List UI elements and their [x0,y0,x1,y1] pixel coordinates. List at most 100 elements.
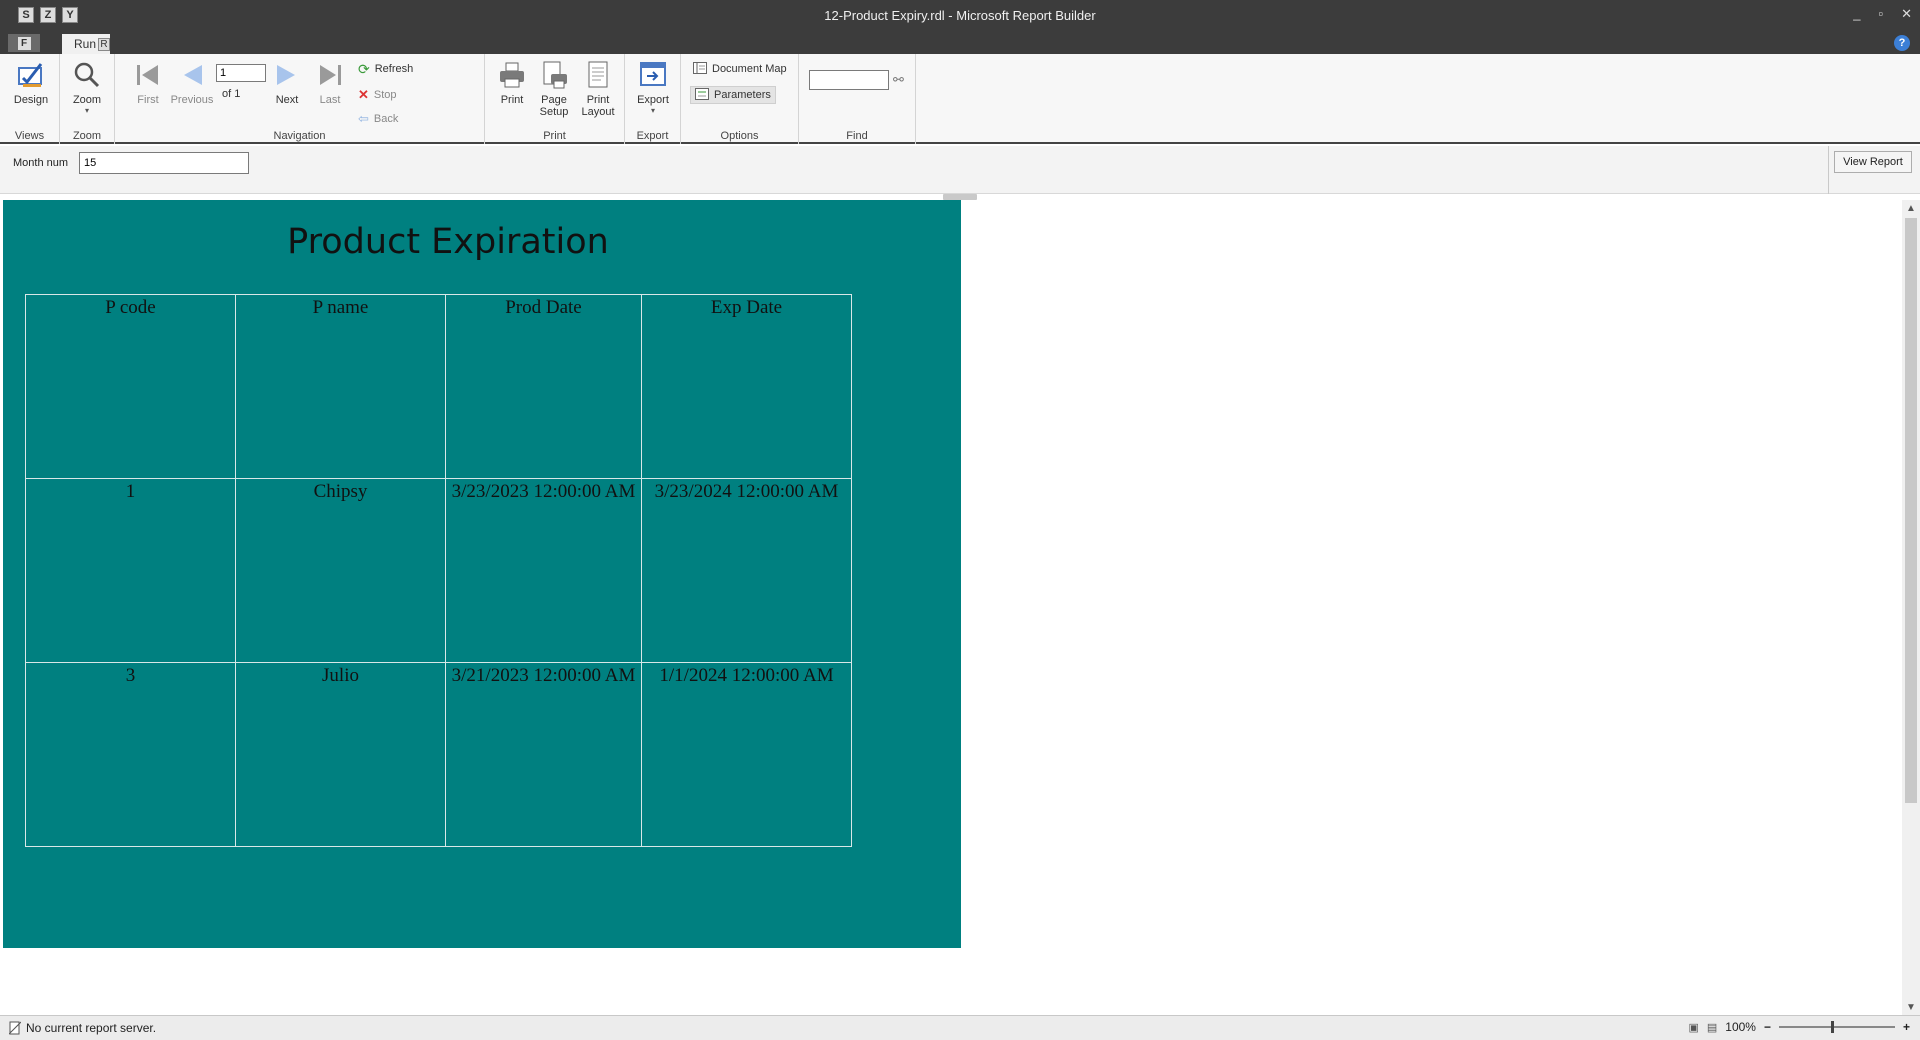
minimize-button[interactable]: _ [1853,6,1860,22]
export-button[interactable]: Export ▾ [630,60,676,115]
zoom-out-button[interactable]: − [1764,1020,1771,1034]
printer-icon [496,60,528,90]
refresh-icon: ⟳ [358,60,370,77]
print-button[interactable]: Print [489,60,535,106]
status-bar: No current report server. ▣ ▤ 100% − + [0,1015,1920,1040]
server-connection-icon [8,1021,22,1035]
previous-page-label: Previous [170,94,214,106]
month-num-input[interactable] [79,152,249,174]
ribbon: Design Views Zoom ▾ Zoom First Previous … [0,54,1920,144]
run-tab-label: Run [74,37,97,51]
file-tab[interactable]: F [8,34,40,52]
document-map-icon [693,61,707,77]
view-report-button[interactable]: View Report [1834,151,1912,173]
zoom-in-button[interactable]: + [1903,1020,1910,1034]
zoom-label: Zoom [72,94,102,106]
zoom-control: ▣ ▤ 100% − + [1688,1020,1910,1034]
scroll-up-icon[interactable]: ▲ [1902,200,1920,216]
design-label: Design [13,94,49,106]
help-icon[interactable]: ? [1894,35,1910,51]
cell-p-name: Julio [235,662,446,847]
parameters-icon [695,87,709,103]
page-setup-button[interactable]: Page Setup [531,60,577,118]
views-group: Design Views [0,54,60,144]
next-page-button[interactable]: Next [264,60,310,106]
header-p-code: P code [25,294,236,479]
back-label: Back [373,113,399,125]
export-dropdown-arrow-icon: ▾ [650,106,655,115]
ribbon-tab-row: F Run R ? [0,32,1920,54]
header-exp-date: Exp Date [641,294,852,479]
window-title: 12-Product Expiry.rdl - Microsoft Report… [824,8,1096,23]
print-layout-button[interactable]: Print Layout [575,60,621,118]
run-tab[interactable]: Run R [62,34,110,54]
print-label: Print [500,94,524,106]
scroll-down-icon[interactable]: ▼ [1902,999,1920,1015]
navigation-group-label: Navigation [273,130,326,142]
print-group: Print Page Setup Print Layout Print [485,54,625,144]
export-group: Export ▾ Export [625,54,681,144]
print-layout-icon [582,60,614,90]
report-table: P code P name Prod Date Exp Date 1 Chips… [25,294,852,847]
header-p-name: P name [235,294,446,479]
first-page-icon [132,60,164,90]
stop-button[interactable]: ✕ Stop [358,86,397,104]
page-number-input[interactable] [216,64,266,82]
document-map-label: Document Map [712,63,787,75]
refresh-button[interactable]: ⟳ Refresh [358,60,413,78]
design-button[interactable]: Design [8,60,54,106]
page-setup-icon [538,60,570,90]
document-map-button[interactable]: Document Map [693,60,787,78]
cell-exp-date: 3/23/2024 12:00:00 AM [641,478,852,663]
export-label: Export [637,94,669,106]
zoom-dropdown-arrow-icon: ▾ [84,106,89,115]
window-controls: _ ▫ ✕ [1853,6,1912,22]
cell-p-code: 1 [25,478,236,663]
binoculars-icon[interactable]: ⚯ [893,72,904,88]
next-page-icon [271,60,303,90]
export-group-label: Export [636,130,669,142]
table-row: 3 Julio 3/21/2023 12:00:00 AM 1/1/2024 1… [25,662,852,847]
navigation-group: First Previous of 1 Next Last ⟳ Refresh … [115,54,485,144]
print-group-label: Print [543,130,566,142]
export-icon [637,60,669,90]
restore-button[interactable]: ▫ [1878,6,1883,22]
file-tab-key: F [17,36,31,50]
last-page-button[interactable]: Last [307,60,353,106]
cell-p-name: Chipsy [235,478,446,663]
previous-page-button[interactable]: Previous [167,60,217,106]
zoom-button[interactable]: Zoom ▾ [64,60,110,115]
scrollbar-thumb[interactable] [1905,218,1917,803]
print-layout-label-line1: Print [586,94,610,106]
cell-p-code: 3 [25,662,236,847]
parameters-button[interactable]: Parameters [690,86,776,104]
cell-prod-date: 3/21/2023 12:00:00 AM [445,662,642,847]
vertical-scrollbar[interactable]: ▲ ▼ [1902,200,1920,1015]
parameters-label: Parameters [714,89,771,101]
cell-prod-date: 3/23/2023 12:00:00 AM [445,478,642,663]
magnifier-icon [71,60,103,90]
last-page-icon [314,60,346,90]
page-view-icon[interactable]: ▣ [1688,1021,1698,1034]
cell-exp-date: 1/1/2024 12:00:00 AM [641,662,852,847]
table-header-row: P code P name Prod Date Exp Date [25,294,852,479]
find-group-label: Find [846,130,868,142]
header-prod-date: Prod Date [445,294,642,479]
report-viewport: Product Expiration P code P name Prod Da… [3,200,1902,1015]
find-group: ⚯ Find [799,54,916,144]
month-num-label: Month num [13,157,69,169]
print-layout-label-line2: Layout [581,106,615,118]
zoom-slider-knob[interactable] [1830,1021,1834,1033]
zoom-group: Zoom ▾ Zoom [60,54,115,144]
parameter-pane: Month num View Report [0,146,1920,194]
back-button[interactable]: ⇦ Back [358,110,398,128]
layout-view-icon[interactable]: ▤ [1707,1021,1717,1034]
zoom-slider[interactable] [1778,1021,1895,1033]
page-setup-label-line1: Page [541,94,567,106]
run-tab-key: R [98,37,110,51]
first-page-button[interactable]: First [125,60,171,106]
close-button[interactable]: ✕ [1901,6,1912,22]
views-group-label: Views [14,130,45,142]
find-input[interactable] [809,70,889,90]
last-page-label: Last [319,94,341,106]
